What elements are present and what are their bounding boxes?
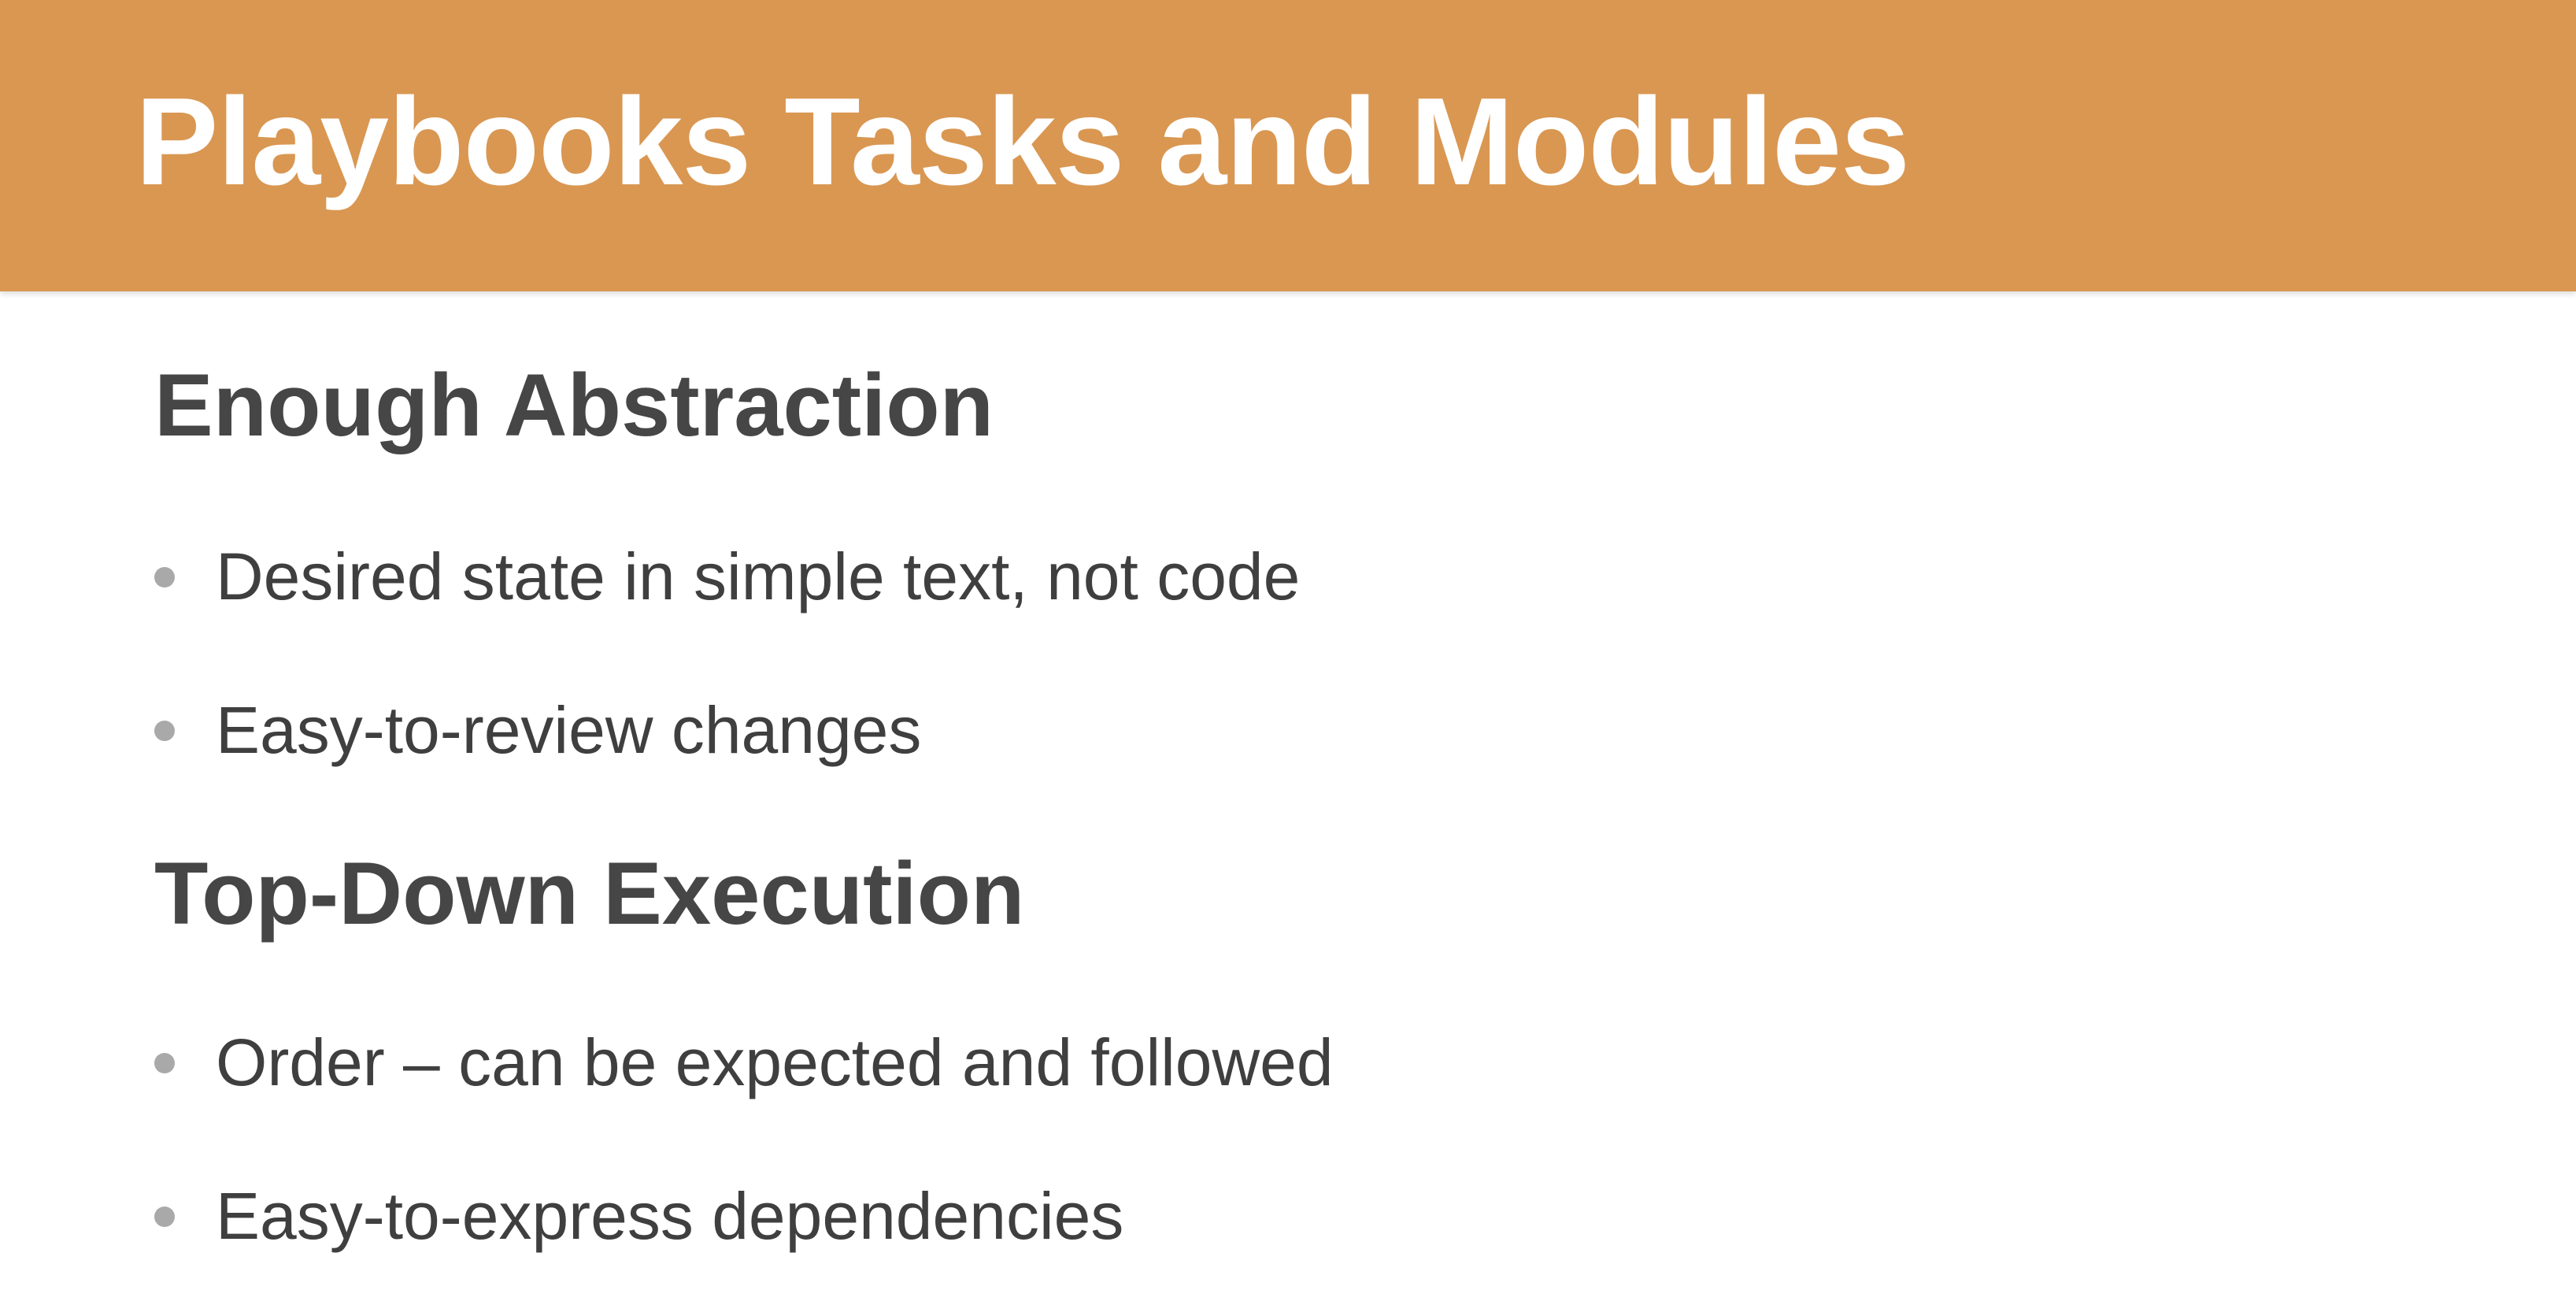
section-heading-enough-abstraction: Enough Abstraction xyxy=(154,356,994,454)
list-item: Easy-to-review changes xyxy=(154,654,1300,807)
bullet-icon xyxy=(154,1052,175,1073)
bullet-text: Easy-to-express dependencies xyxy=(216,1179,1124,1253)
bullet-icon xyxy=(154,1206,175,1227)
title-bar: Playbooks Tasks and Modules xyxy=(0,0,2576,291)
list-item: Desired state in simple text, not code xyxy=(154,500,1300,654)
list-item: Easy-to-express dependencies xyxy=(154,1140,1334,1293)
slide-title: Playbooks Tasks and Modules xyxy=(135,72,1910,211)
section-heading-top-down-execution: Top-Down Execution xyxy=(154,844,1025,943)
list-item: Order – can be expected and followed xyxy=(154,986,1334,1140)
bullet-list-top-down-execution: Order – can be expected and followed Eas… xyxy=(154,986,1334,1293)
bullet-list-enough-abstraction: Desired state in simple text, not code E… xyxy=(154,500,1300,807)
bullet-icon xyxy=(154,720,175,741)
bullet-icon xyxy=(154,566,175,587)
bullet-text: Order – can be expected and followed xyxy=(216,1025,1334,1099)
bullet-text: Desired state in simple text, not code xyxy=(216,539,1301,613)
bullet-text: Easy-to-review changes xyxy=(216,693,922,767)
